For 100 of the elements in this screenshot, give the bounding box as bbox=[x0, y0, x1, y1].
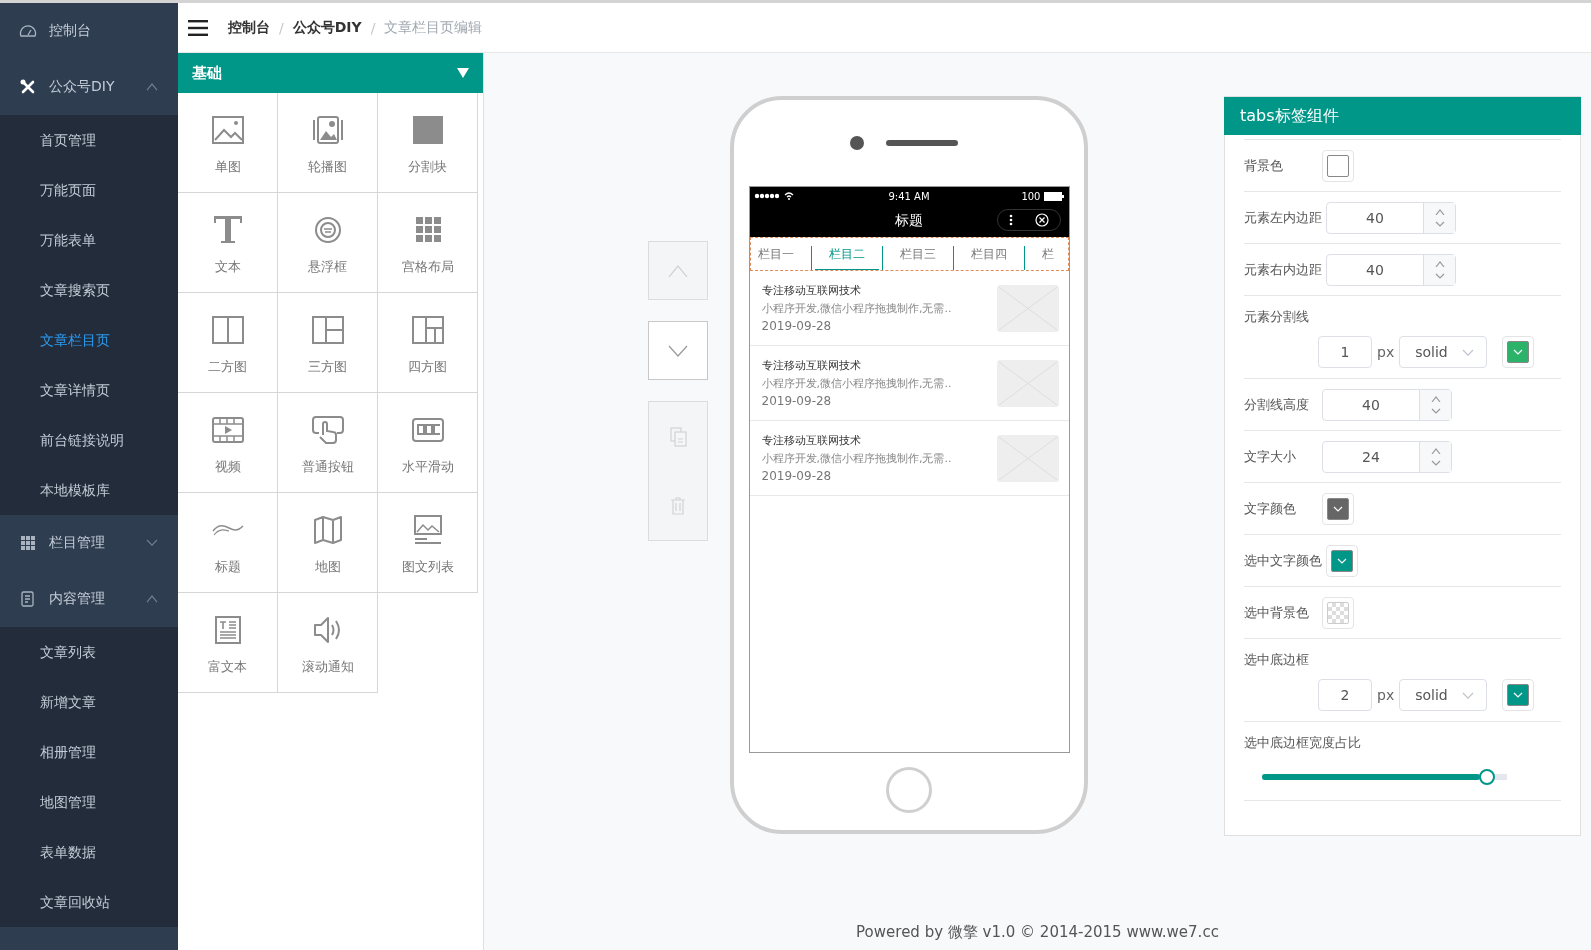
component-tile[interactable]: 二方图 bbox=[178, 293, 278, 393]
section-header[interactable]: 基础 bbox=[178, 53, 483, 93]
image-icon bbox=[210, 115, 245, 145]
component-tile[interactable]: 地图 bbox=[278, 493, 378, 593]
unit-label: px bbox=[1377, 344, 1395, 360]
article-date: 2019-09-28 bbox=[761, 469, 833, 483]
earpiece-icon bbox=[886, 140, 958, 146]
component-tile[interactable]: 轮播图 bbox=[278, 93, 378, 193]
chevron-up-icon bbox=[1430, 395, 1441, 402]
image-placeholder bbox=[996, 434, 1059, 482]
field-label: 分割线高度 bbox=[1244, 395, 1310, 414]
menu-item[interactable]: 文章栏目页 bbox=[0, 315, 178, 365]
menu-item[interactable]: 万能表单 bbox=[0, 215, 178, 265]
component-tile[interactable]: 滚动通知 bbox=[278, 593, 378, 693]
menu-item[interactable]: 文章列表 bbox=[0, 627, 178, 677]
field-label: 文字大小 bbox=[1244, 447, 1297, 466]
number-field[interactable]: 2 bbox=[1318, 679, 1372, 711]
component-tile[interactable]: 普通按钮 bbox=[278, 393, 378, 493]
pointer-hand-icon bbox=[310, 415, 345, 445]
chevron-down-icon bbox=[1430, 407, 1441, 414]
four-panel-icon bbox=[410, 315, 445, 345]
component-tile[interactable]: 悬浮框 bbox=[278, 193, 378, 293]
field-label: 元素左内边距 bbox=[1244, 208, 1322, 227]
page-title: 标题 bbox=[895, 212, 923, 230]
component-tile[interactable]: 水平滑动 bbox=[378, 393, 478, 493]
menu-item[interactable]: 内容管理 bbox=[0, 571, 178, 627]
component-tile[interactable]: 视频 bbox=[178, 393, 278, 493]
article-date: 2019-09-28 bbox=[761, 394, 833, 408]
component-tile[interactable]: 文本 bbox=[178, 193, 278, 293]
number-field[interactable]: 40 bbox=[1326, 201, 1456, 234]
gauge-icon bbox=[19, 22, 37, 40]
tab[interactable]: 栏目三 bbox=[885, 246, 950, 270]
field-label: 元素分割线 bbox=[1244, 308, 1310, 326]
caret-icon bbox=[1337, 557, 1347, 564]
menu-item[interactable]: 控制台 bbox=[0, 3, 178, 59]
breadcrumb-link[interactable]: 控制台 bbox=[228, 18, 270, 37]
caret-icon bbox=[1333, 505, 1343, 512]
field-label: 选中底边框 bbox=[1244, 651, 1310, 669]
menu-item[interactable]: 文章搜索页 bbox=[0, 265, 178, 315]
color-picker[interactable] bbox=[1322, 596, 1354, 629]
component-tile[interactable]: 分割块 bbox=[378, 93, 478, 193]
field-label: 选中底边框宽度占比 bbox=[1244, 734, 1361, 752]
tab[interactable]: 栏目四 bbox=[956, 246, 1021, 270]
transparent-swatch bbox=[1327, 601, 1349, 624]
copy-icon bbox=[668, 426, 688, 447]
menu-item[interactable]: 相册管理 bbox=[0, 727, 178, 777]
number-field[interactable]: 1 bbox=[1318, 336, 1372, 368]
component-tile[interactable]: 图文列表 bbox=[378, 493, 478, 593]
tab[interactable]: 栏目一 bbox=[757, 246, 808, 270]
menu-item[interactable]: 公众号DIY bbox=[0, 59, 178, 115]
component-tile[interactable]: 单图 bbox=[178, 93, 278, 193]
chevron-down-icon bbox=[1430, 459, 1441, 466]
three-panel-icon bbox=[310, 315, 345, 345]
wifi-icon bbox=[783, 192, 794, 200]
tools-icon bbox=[19, 78, 37, 96]
number-field[interactable]: 24 bbox=[1322, 440, 1452, 473]
number-field[interactable]: 40 bbox=[1322, 388, 1452, 421]
component-tile[interactable]: 三方图 bbox=[278, 293, 378, 393]
article-summary: 小程序开发,微信小程序拖拽制作,无需.. bbox=[761, 301, 952, 316]
style-select[interactable]: solid bbox=[1399, 336, 1488, 368]
footer-text: Powered by 微擎 v1.0 © 2014-2015 www.we7.cc bbox=[855, 923, 1220, 942]
article-title[interactable]: 专注移动互联网技术 bbox=[761, 358, 952, 373]
wave-icon bbox=[210, 524, 245, 536]
chevron-up-icon bbox=[668, 264, 688, 277]
component-tile[interactable]: 宫格布局 bbox=[378, 193, 478, 293]
article-title[interactable]: 专注移动互联网技术 bbox=[761, 433, 952, 448]
menu-item[interactable]: 新增文章 bbox=[0, 677, 178, 727]
breadcrumb-current: 文章栏目页编辑 bbox=[384, 18, 483, 37]
menu-item[interactable]: 万能页面 bbox=[0, 165, 178, 215]
chevron-up-icon bbox=[1430, 447, 1441, 454]
style-select[interactable]: solid bbox=[1399, 679, 1488, 711]
breadcrumb-separator: / bbox=[279, 19, 284, 36]
menu-item[interactable]: 栏目管理 bbox=[0, 515, 178, 571]
chevron-down-icon bbox=[1434, 220, 1445, 227]
chevron-up-icon bbox=[1434, 260, 1445, 267]
component-tile[interactable]: 标题 bbox=[178, 493, 278, 593]
two-column-icon bbox=[210, 315, 245, 345]
component-tile[interactable]: 富文本 bbox=[178, 593, 278, 693]
breadcrumb-separator: / bbox=[370, 19, 376, 36]
menu-item[interactable]: 地图管理 bbox=[0, 777, 178, 827]
menu-item[interactable]: 首页管理 bbox=[0, 115, 178, 165]
article-title[interactable]: 专注移动互联网技术 bbox=[761, 283, 952, 298]
chevron-down-icon bbox=[668, 344, 688, 357]
number-field[interactable]: 40 bbox=[1326, 253, 1456, 286]
component-tile[interactable]: 四方图 bbox=[378, 293, 478, 393]
status-time: 9:41 AM bbox=[888, 190, 930, 202]
caret-icon bbox=[1513, 692, 1524, 698]
breadcrumb-link[interactable]: 公众号DIY bbox=[292, 18, 362, 37]
slider-thumb[interactable] bbox=[1479, 769, 1496, 785]
tab[interactable]: 栏 bbox=[1027, 246, 1054, 270]
menu-icon[interactable] bbox=[188, 19, 208, 36]
battery-icon bbox=[1044, 191, 1065, 201]
trash-icon bbox=[668, 495, 688, 516]
caret-icon bbox=[1513, 349, 1524, 355]
menu-item[interactable]: 本地模板库 bbox=[0, 465, 178, 515]
tab[interactable]: 栏目二 bbox=[814, 246, 879, 270]
menu-item[interactable]: 前台链接说明 bbox=[0, 415, 178, 465]
menu-item[interactable]: 文章详情页 bbox=[0, 365, 178, 415]
menu-item[interactable]: 表单数据 bbox=[0, 827, 178, 877]
menu-item[interactable]: 文章回收站 bbox=[0, 877, 178, 927]
